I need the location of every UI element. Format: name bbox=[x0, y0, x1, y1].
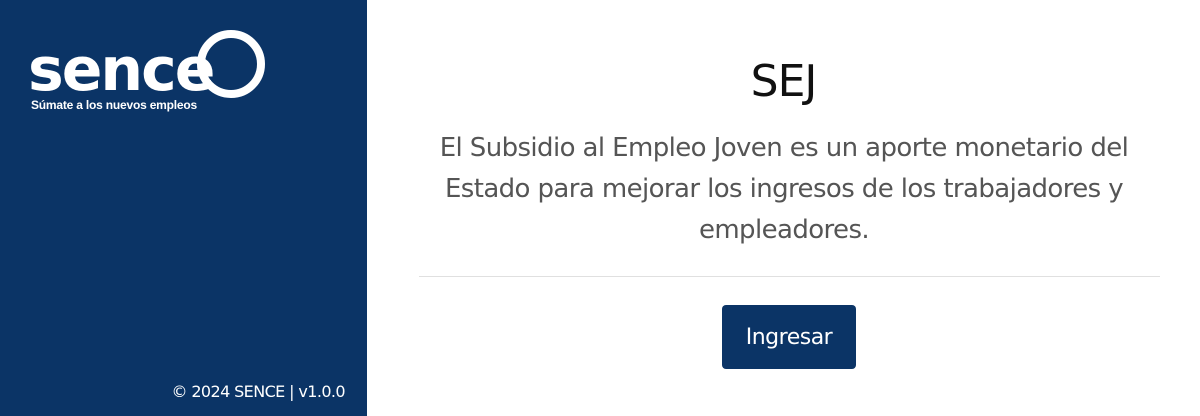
ingresar-button[interactable]: Ingresar bbox=[722, 305, 856, 369]
sence-logo-graphic: sence bbox=[28, 30, 265, 100]
sence-logo-wordmark: sence bbox=[28, 35, 213, 100]
main-content: SEJ El Subsidio al Empleo Joven es un ap… bbox=[367, 0, 1200, 416]
page: sence Súmate a los nuevos empleos © 2024… bbox=[0, 0, 1200, 416]
page-description: El Subsidio al Empleo Joven es un aporte… bbox=[439, 133, 1129, 245]
divider bbox=[419, 276, 1160, 277]
page-title: SEJ bbox=[750, 56, 818, 107]
footer-copyright: © 2024 SENCE | v1.0.0 bbox=[171, 382, 345, 401]
logo-tagline: Súmate a los nuevos empleos bbox=[31, 98, 197, 112]
sidebar: sence Súmate a los nuevos empleos © 2024… bbox=[0, 0, 367, 416]
